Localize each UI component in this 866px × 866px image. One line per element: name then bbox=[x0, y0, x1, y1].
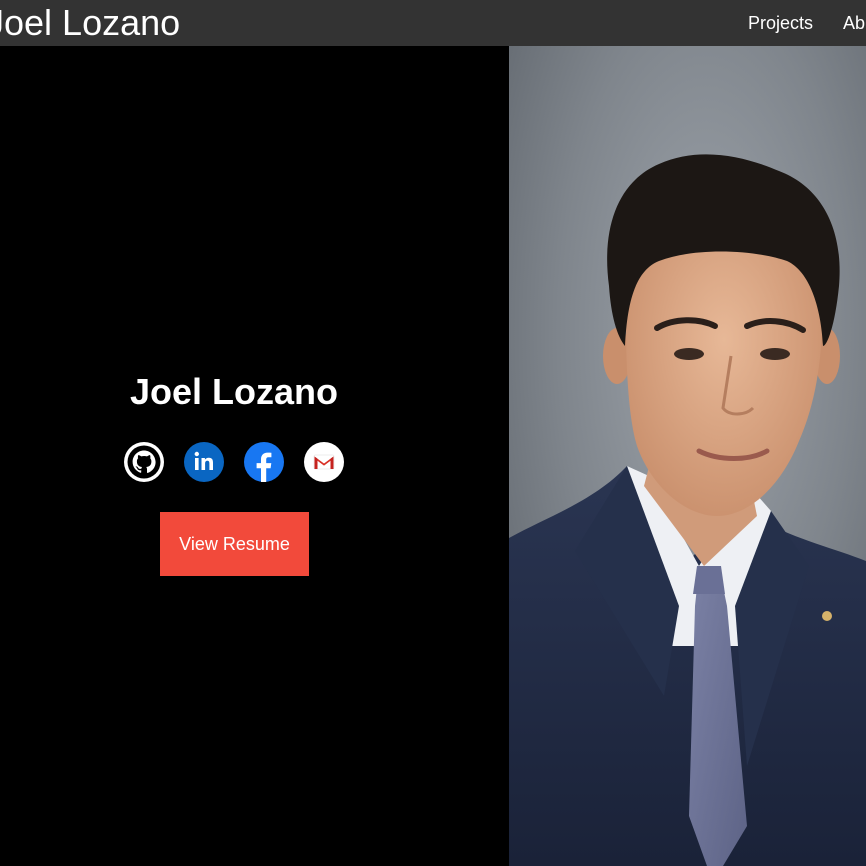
hero-name-heading: Joel Lozano bbox=[129, 371, 339, 412]
portrait-photo bbox=[509, 46, 866, 866]
social-links-row bbox=[124, 442, 346, 484]
hero-intro-panel: Joel Lozano View Resume bbox=[0, 46, 509, 866]
view-resume-button[interactable]: View Resume bbox=[160, 512, 309, 576]
linkedin-icon bbox=[184, 442, 224, 482]
top-navbar: Joel Lozano Projects Ab bbox=[0, 0, 866, 46]
nav-link-about[interactable]: Ab bbox=[843, 11, 865, 35]
gmail-link[interactable] bbox=[304, 442, 344, 482]
facebook-icon bbox=[244, 442, 284, 482]
portrait-illustration bbox=[509, 46, 866, 866]
github-icon bbox=[124, 442, 164, 482]
github-link[interactable] bbox=[124, 442, 164, 482]
nav-link-projects[interactable]: Projects bbox=[748, 11, 813, 35]
brand-logo-text[interactable]: Joel Lozano bbox=[0, 1, 180, 45]
gmail-icon bbox=[304, 442, 344, 482]
linkedin-link[interactable] bbox=[184, 442, 224, 482]
facebook-link[interactable] bbox=[244, 442, 284, 482]
